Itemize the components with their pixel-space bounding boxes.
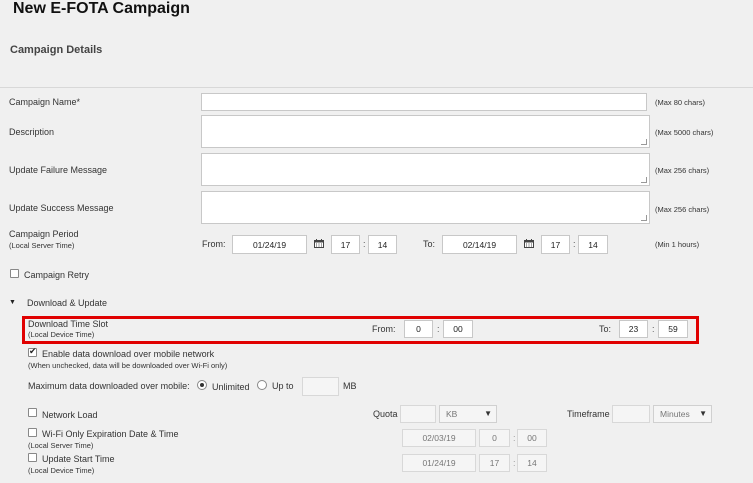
update-start-date-input[interactable]: 01/24/19 — [402, 454, 476, 472]
campaign-retry-label: Campaign Retry — [24, 270, 90, 280]
time-slot-from-label: From: — [372, 324, 396, 334]
time-slot-label: Download Time Slot — [28, 319, 109, 329]
time-slot-to-label: To: — [599, 324, 612, 334]
description-textarea[interactable] — [201, 115, 650, 148]
triangle-down-icon[interactable]: ▼ — [9, 299, 16, 306]
max-data-label: Maximum data downloaded over mobile: — [28, 381, 190, 391]
campaign-retry-checkbox[interactable] — [10, 269, 19, 278]
wifi-expiration-date-input[interactable]: 02/03/19 — [402, 429, 476, 447]
wifi-expiration-hour-input[interactable]: 0 — [479, 429, 510, 447]
campaign-name-input[interactable] — [201, 93, 647, 111]
campaign-name-label: Campaign Name* — [9, 97, 81, 107]
period-from-hour-input[interactable]: 17 — [331, 235, 360, 254]
time-slot-from-hour-input[interactable]: 0 — [404, 320, 433, 338]
timeframe-unit-select[interactable]: Minutes ▼ — [653, 405, 712, 423]
chevron-down-icon: ▼ — [484, 409, 492, 418]
mobile-data-sublabel: (When unchecked, data will be downloaded… — [28, 361, 228, 370]
period-hint: (Min 1 hours) — [655, 240, 700, 249]
unlimited-radio[interactable] — [197, 380, 207, 390]
period-from-minute-input[interactable]: 14 — [368, 235, 397, 254]
failure-message-textarea[interactable] — [201, 153, 650, 186]
upto-radio[interactable] — [257, 380, 267, 390]
calendar-icon[interactable] — [524, 239, 534, 248]
max-data-unit: MB — [343, 381, 357, 391]
section-title: Campaign Details — [10, 44, 103, 56]
timeframe-unit-value: Minutes — [660, 409, 690, 419]
period-from-label: From: — [202, 239, 226, 249]
colon-separator: : — [513, 458, 516, 468]
period-to-date-input[interactable]: 02/14/19 — [442, 235, 517, 254]
time-slot-sublabel: (Local Device Time) — [28, 330, 95, 339]
failure-message-hint: (Max 256 chars) — [655, 166, 710, 175]
unlimited-label: Unlimited — [212, 382, 250, 392]
calendar-icon[interactable] — [314, 239, 324, 248]
colon-separator: : — [363, 239, 366, 249]
campaign-name-hint: (Max 80 chars) — [655, 98, 706, 107]
wifi-expiration-checkbox[interactable] — [28, 428, 37, 437]
failure-message-label: Update Failure Message — [9, 165, 108, 175]
time-slot-to-hour-input[interactable]: 23 — [619, 320, 648, 338]
colon-separator: : — [573, 239, 576, 249]
description-hint: (Max 5000 chars) — [655, 128, 714, 137]
page-title: New E-FOTA Campaign — [13, 0, 190, 17]
time-slot-to-minute-input[interactable]: 59 — [658, 320, 688, 338]
timeframe-label: Timeframe — [567, 409, 610, 419]
network-load-checkbox[interactable] — [28, 408, 37, 417]
update-start-sublabel: (Local Device Time) — [28, 466, 95, 475]
colon-separator: : — [652, 324, 655, 334]
success-message-hint: (Max 256 chars) — [655, 205, 710, 214]
mobile-data-checkbox[interactable] — [28, 346, 37, 357]
success-message-label: Update Success Message — [9, 203, 114, 213]
upto-label: Up to — [272, 381, 294, 391]
timeframe-input[interactable] — [612, 405, 650, 423]
time-slot-highlight — [22, 316, 699, 344]
update-start-minute-input[interactable]: 14 — [517, 454, 547, 472]
update-start-label: Update Start Time — [42, 454, 115, 464]
update-start-checkbox[interactable] — [28, 453, 37, 462]
quota-input[interactable] — [400, 405, 436, 423]
update-start-hour-input[interactable]: 17 — [479, 454, 510, 472]
campaign-period-sublabel: (Local Server Time) — [9, 241, 75, 250]
colon-separator: : — [513, 433, 516, 443]
description-label: Description — [9, 127, 55, 137]
chevron-down-icon: ▼ — [699, 409, 707, 418]
time-slot-from-minute-input[interactable]: 00 — [443, 320, 473, 338]
period-to-label: To: — [423, 239, 436, 249]
divider — [0, 87, 753, 88]
quota-label: Quota — [373, 409, 398, 419]
success-message-textarea[interactable] — [201, 191, 650, 224]
campaign-period-label: Campaign Period — [9, 229, 79, 239]
network-load-label: Network Load — [42, 410, 98, 420]
mobile-data-label: Enable data download over mobile network — [42, 349, 215, 359]
colon-separator: : — [437, 324, 440, 334]
max-data-input[interactable] — [302, 377, 339, 396]
quota-unit-select[interactable]: KB ▼ — [439, 405, 497, 423]
wifi-expiration-sublabel: (Local Server Time) — [28, 441, 94, 450]
period-to-hour-input[interactable]: 17 — [541, 235, 570, 254]
download-update-header[interactable]: Download & Update — [27, 298, 107, 308]
period-from-date-input[interactable]: 01/24/19 — [232, 235, 307, 254]
wifi-expiration-minute-input[interactable]: 00 — [517, 429, 547, 447]
wifi-expiration-label: Wi-Fi Only Expiration Date & Time — [42, 429, 179, 439]
period-to-minute-input[interactable]: 14 — [578, 235, 608, 254]
quota-unit-value: KB — [446, 409, 458, 419]
